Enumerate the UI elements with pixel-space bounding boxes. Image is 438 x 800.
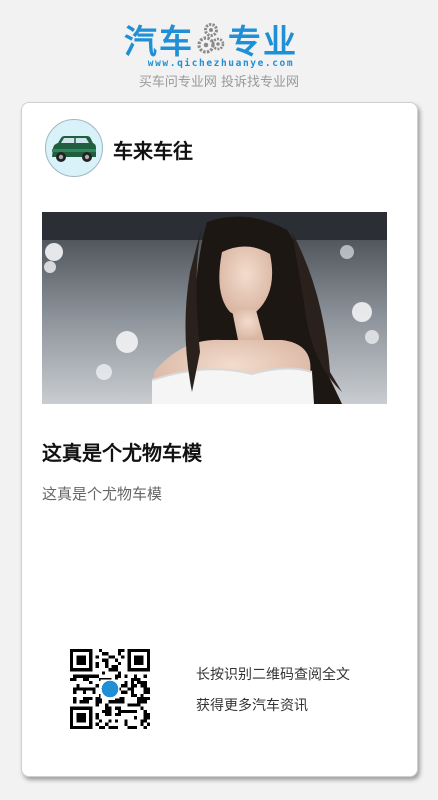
- green-car-icon: [52, 136, 96, 162]
- brand-name-right: 专业: [228, 22, 298, 61]
- brand-url: www.qichezhuanye.com: [147, 58, 295, 69]
- brand-header: 汽车 专业 www.qichezhuanye.com 买车问专业网 投诉找专业网: [0, 0, 438, 100]
- article-title: 这真是个尤物车模: [42, 441, 202, 465]
- author-name[interactable]: 车来车往: [113, 135, 193, 164]
- gears-icon: [197, 23, 225, 54]
- brand-slogan: 买车问专业网 投诉找专业网: [138, 75, 300, 90]
- brand-name-left: 汽车: [124, 22, 194, 61]
- car-model-photo: [42, 212, 387, 404]
- qr-caption-line2: 获得更多汽车资讯: [196, 698, 308, 714]
- qr-code-icon[interactable]: [70, 649, 150, 729]
- qr-caption-line1: 长按识别二维码查阅全文: [196, 667, 350, 683]
- article-card: 车来车往 这真是个尤物车模 这真是个尤物车模 长按识别二维码查阅全文 获得更多汽…: [21, 102, 418, 777]
- author-avatar[interactable]: [45, 119, 103, 177]
- article-summary: 这真是个尤物车模: [42, 485, 163, 503]
- brand-logo: 汽车 专业: [124, 20, 298, 61]
- article-image: [42, 212, 387, 404]
